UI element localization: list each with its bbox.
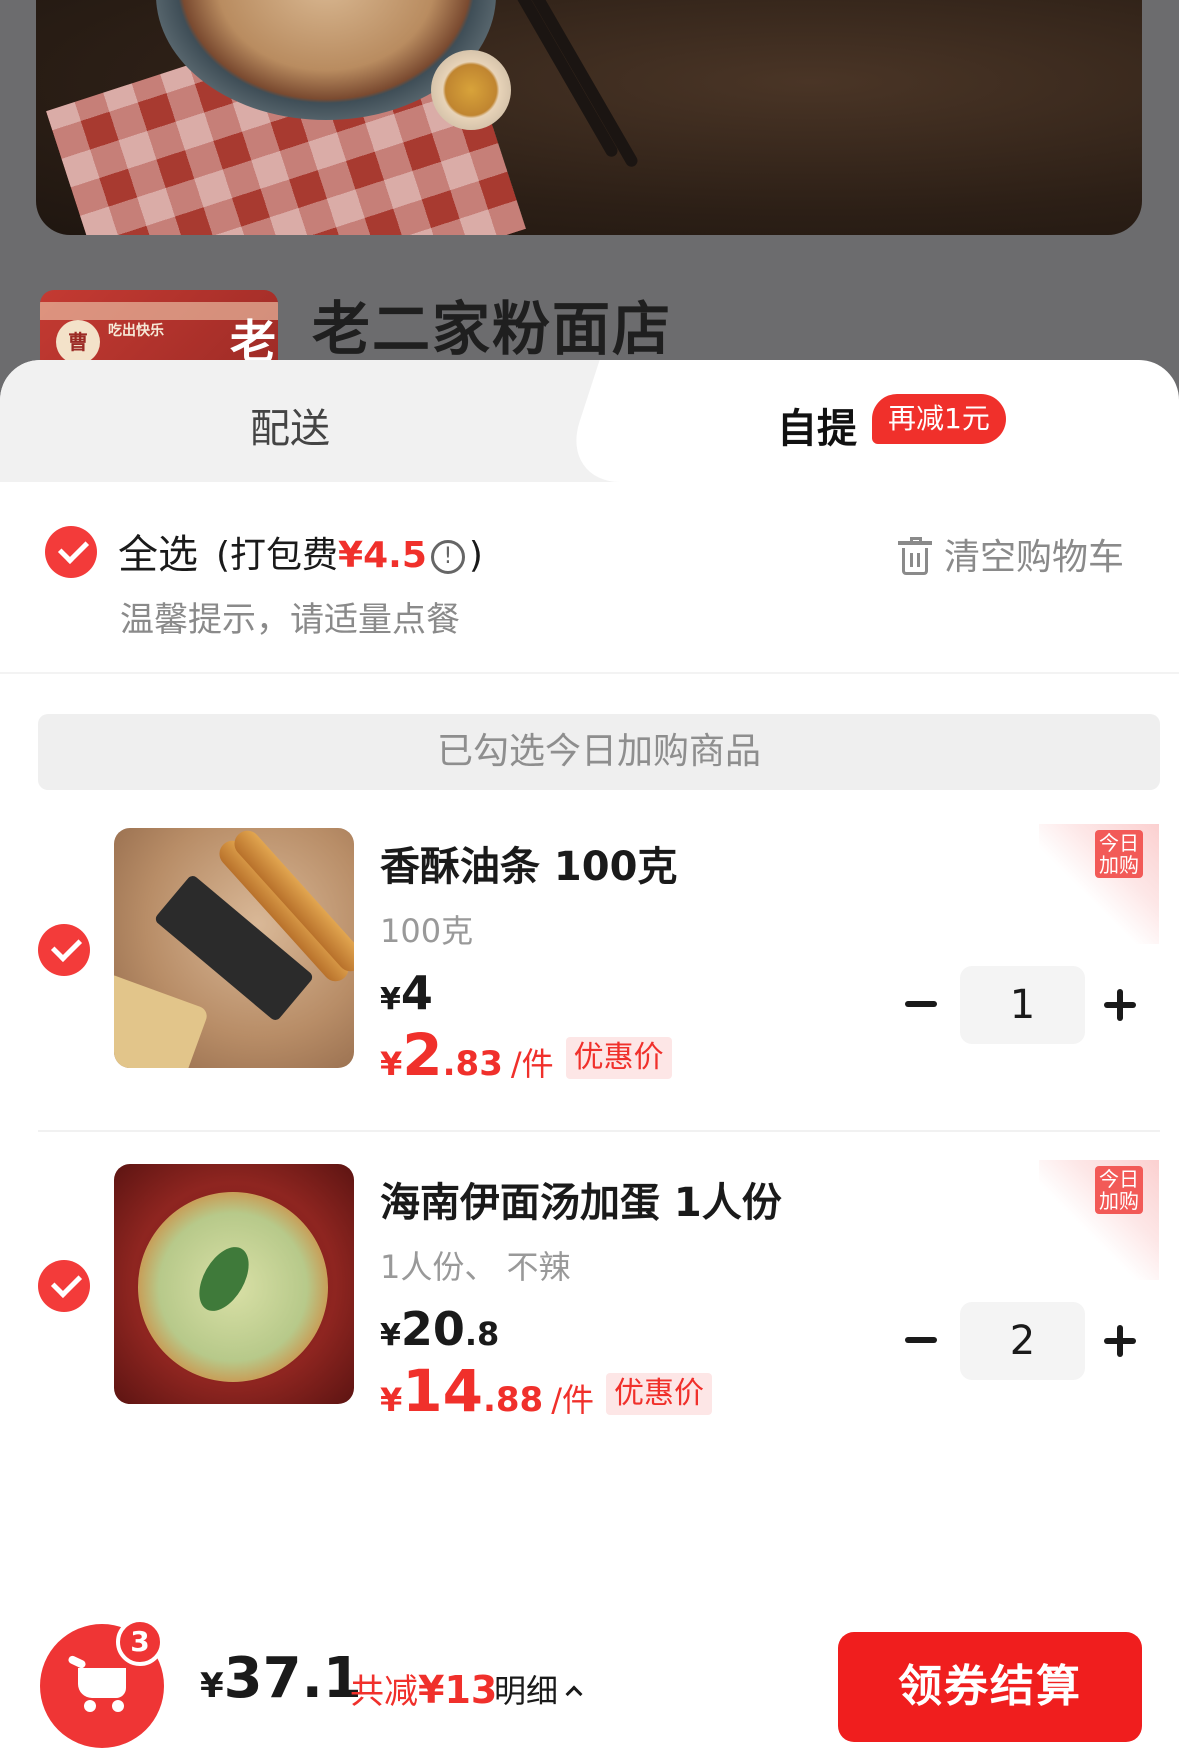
trash-icon bbox=[898, 537, 932, 575]
info-icon[interactable]: ! bbox=[430, 540, 465, 574]
clear-cart-button[interactable]: 清空购物车 bbox=[898, 528, 1124, 580]
quantity-field[interactable]: 2 bbox=[960, 1302, 1085, 1380]
total-price: ¥37.1 bbox=[200, 1646, 362, 1711]
tab-pickup[interactable]: 自提 bbox=[777, 396, 857, 454]
quantity-field[interactable]: 1 bbox=[960, 966, 1085, 1044]
today-addon-tag: 今日加购 bbox=[1039, 1160, 1159, 1280]
item-name[interactable]: 海南伊面汤加蛋 1人份 bbox=[380, 1170, 782, 1228]
select-all-row: 全选 (打包费¥4.5!) 温馨提示，请适量点餐 清空购物车 bbox=[0, 482, 1179, 674]
store-backdrop: 曹 吃出快乐 老 老二家粉面店 bbox=[0, 0, 1179, 420]
divider bbox=[38, 1130, 1160, 1132]
today-addon-tag: 今日加购 bbox=[1039, 824, 1159, 944]
total-saved: 共减¥13 bbox=[350, 1668, 498, 1712]
select-all-label[interactable]: 全选 bbox=[118, 522, 198, 580]
chevron-up-icon bbox=[565, 1685, 583, 1703]
item-check-icon[interactable] bbox=[38, 1260, 90, 1312]
minus-icon[interactable] bbox=[905, 1337, 937, 1343]
minus-icon[interactable] bbox=[905, 1001, 937, 1007]
item-spec: 1人份、 不辣 bbox=[380, 1248, 571, 1286]
selected-today-notice: 已勾选今日加购商品 bbox=[38, 714, 1160, 790]
checkout-button[interactable]: 领券结算 bbox=[838, 1632, 1142, 1742]
item-original-price: ¥4 bbox=[380, 966, 433, 1020]
packing-fee: (打包费¥4.5!) bbox=[216, 535, 483, 576]
item-image[interactable] bbox=[114, 1164, 354, 1404]
deal-price-tag: 优惠价 bbox=[606, 1373, 713, 1415]
store-banner-image bbox=[36, 0, 1142, 235]
store-name: 老二家粉面店 bbox=[312, 295, 673, 363]
item-original-price: ¥20.8 bbox=[380, 1302, 500, 1356]
select-all-check-icon[interactable] bbox=[45, 526, 97, 578]
cart-sheet: 配送 自提 再减1元 全选 (打包费¥4.5!) 温馨提示，请适量点餐 清空购物… bbox=[0, 360, 1179, 1750]
item-check-icon[interactable] bbox=[38, 924, 90, 976]
cart-icon bbox=[67, 1654, 132, 1714]
pickup-discount-badge: 再减1元 bbox=[872, 394, 1006, 444]
cart-item: 香酥油条 100克 100克 ¥4 ¥2.83/件 优惠价 今日加购 1 bbox=[0, 816, 1179, 1116]
checkout-bar: 3 ¥37.1 共减¥13 明细 领券结算 bbox=[0, 1580, 1179, 1750]
item-image[interactable] bbox=[114, 828, 354, 1068]
cart-count-badge: 3 bbox=[116, 1618, 164, 1666]
cart-item: 海南伊面汤加蛋 1人份 1人份、 不辣 ¥20.8 ¥14.88/件 优惠价 今日… bbox=[0, 1152, 1179, 1452]
item-name[interactable]: 香酥油条 100克 bbox=[380, 834, 677, 892]
fulfillment-tabs: 配送 自提 再减1元 bbox=[0, 360, 1179, 482]
item-deal-price: ¥14.88/件 优惠价 bbox=[380, 1357, 713, 1425]
deal-price-tag: 优惠价 bbox=[565, 1037, 672, 1079]
tab-delivery[interactable]: 配送 bbox=[250, 396, 330, 454]
plus-icon[interactable] bbox=[1104, 1325, 1136, 1357]
item-deal-price: ¥2.83/件 优惠价 bbox=[380, 1021, 672, 1089]
item-spec: 100克 bbox=[380, 912, 474, 950]
price-detail-button[interactable]: 明细 bbox=[494, 1666, 583, 1712]
tip-text: 温馨提示，请适量点餐 bbox=[120, 600, 460, 640]
plus-icon[interactable] bbox=[1104, 989, 1136, 1021]
